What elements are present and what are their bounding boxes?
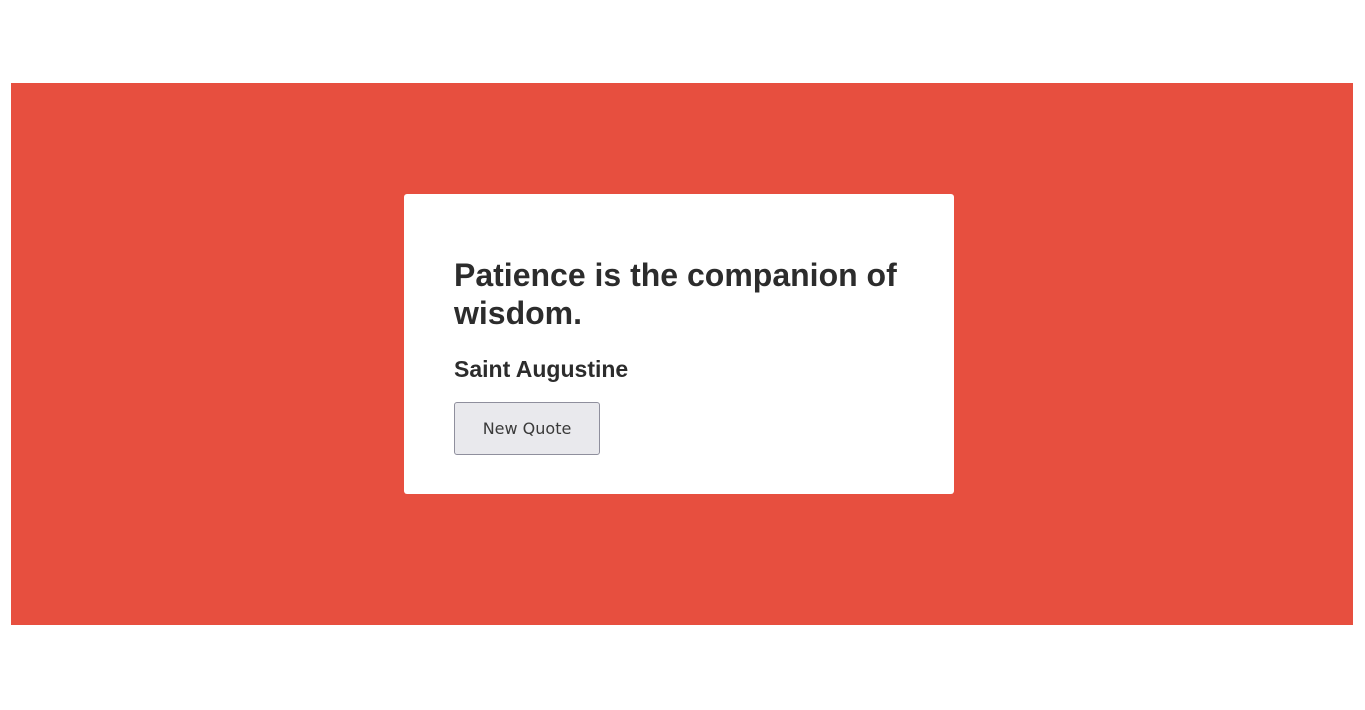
quote-text: Patience is the companion of wisdom. (454, 257, 897, 331)
new-quote-button[interactable]: New Quote (454, 402, 600, 455)
quote-author: Saint Augustine (454, 356, 629, 382)
quote-card: Patience is the companion of wisdom. Sai… (404, 194, 954, 494)
